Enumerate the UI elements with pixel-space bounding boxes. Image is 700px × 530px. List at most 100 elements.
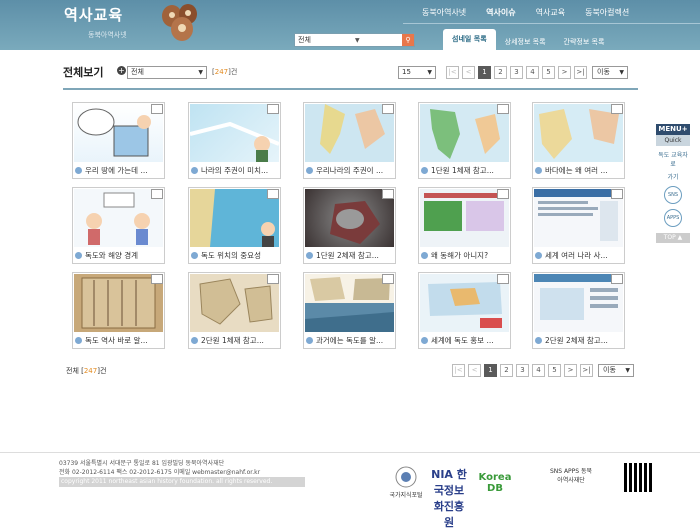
topnav-history-education[interactable]: 역사교육 — [526, 7, 575, 18]
thumbnail-image[interactable] — [305, 189, 394, 247]
tab-detail-list[interactable]: 상세정보 목록 — [496, 32, 555, 50]
partner-logo-nia[interactable]: NIA 한국정보화진흥원 — [430, 466, 468, 530]
partner-logo-sns-apps[interactable]: SNS APPS 동북아역사재단 — [548, 466, 594, 484]
thumbnail-card[interactable]: 바다에는 왜 여러 ... — [532, 102, 625, 179]
thumbnail-card[interactable]: 세계에 독도 홍보 ... — [418, 272, 511, 349]
total-value: 247 — [83, 367, 98, 375]
thumbnail-card[interactable]: 2단원 1체재 참고... — [188, 272, 281, 349]
first-page-button[interactable]: |< — [446, 66, 459, 79]
thumbnail-card[interactable]: 독도 위치의 중요성 — [188, 187, 281, 264]
page-jump-select[interactable]: 이동 ▼ — [592, 66, 628, 79]
page-button-4[interactable]: 4 — [532, 364, 545, 377]
count-value: 247 — [214, 68, 229, 76]
view-icon[interactable] — [497, 104, 509, 114]
thumbnail-image[interactable] — [420, 104, 509, 162]
view-icon[interactable] — [151, 189, 163, 199]
view-icon[interactable] — [267, 189, 279, 199]
thumbnail-card[interactable]: 독도 역사 바로 알... — [72, 272, 165, 349]
page-button-2[interactable]: 2 — [500, 364, 513, 377]
apps-icon[interactable]: APPS — [664, 209, 682, 227]
thumbnail-image[interactable] — [534, 274, 623, 332]
view-icon[interactable] — [151, 104, 163, 114]
thumbnail-image[interactable] — [534, 189, 623, 247]
add-icon[interactable]: + — [117, 66, 126, 75]
view-icon[interactable] — [151, 274, 163, 284]
item-label: 바다에는 왜 여러 ... — [535, 165, 623, 176]
search-box[interactable]: 전체 ▼ ⚲ — [294, 33, 415, 47]
page-jump-select[interactable]: 이동 ▼ — [598, 364, 634, 377]
address-line: 03739 서울특별시 서대문구 통일로 81 임광빌딩 동북아역사재단 — [59, 460, 225, 467]
view-icon[interactable] — [497, 189, 509, 199]
scroll-top-button[interactable]: TOP ▲ — [656, 233, 690, 243]
item-title: 1단원 2체재 참고... — [316, 251, 379, 260]
topnav-nahf[interactable]: 동북아역사넷 — [412, 7, 476, 18]
view-icon[interactable] — [611, 274, 623, 284]
tab-thumbnail-list[interactable]: 섬네일 목록 — [443, 29, 496, 50]
topnav-divider — [403, 23, 700, 24]
next-page-button[interactable]: > — [558, 66, 571, 79]
last-page-button[interactable]: >| — [574, 66, 587, 79]
thumbnail-image[interactable] — [189, 104, 280, 162]
per-page-select[interactable]: 15 ▼ — [398, 66, 436, 79]
thumbnail-card[interactable]: 2단원 2체재 참고... — [532, 272, 625, 349]
thumbnail-image[interactable] — [305, 274, 394, 332]
thumbnail-card[interactable]: 과거에는 독도를 알... — [303, 272, 396, 349]
page-button-3[interactable]: 3 — [510, 66, 523, 79]
thumbnail-image[interactable] — [74, 274, 163, 332]
page-button-1[interactable]: 1 — [484, 364, 497, 377]
thumbnail-card[interactable]: 우리 땅에 가는데 ... — [72, 102, 165, 179]
thumbnail-image[interactable] — [74, 104, 163, 162]
thumbnail-image[interactable] — [420, 189, 509, 247]
last-page-button[interactable]: >| — [580, 364, 593, 377]
tab-brief-list[interactable]: 간략정보 목록 — [555, 32, 614, 50]
thumbnail-card[interactable]: 왜 동해가 아니지? — [418, 187, 511, 264]
next-page-button[interactable]: > — [564, 364, 577, 377]
first-page-button[interactable]: |< — [452, 364, 465, 377]
view-icon[interactable] — [267, 274, 279, 284]
thumbnail-image[interactable] — [190, 274, 279, 332]
quick-link-dokdo-materials[interactable]: 독도 교육자료 — [656, 150, 690, 168]
thumbnail-image[interactable] — [420, 274, 509, 332]
thumbnail-card[interactable]: 나라의 주권이 미치... — [188, 102, 281, 179]
thumbnail-image[interactable] — [305, 104, 394, 162]
view-icon[interactable] — [611, 104, 623, 114]
bullet-icon — [191, 167, 198, 174]
view-icon[interactable] — [382, 274, 394, 284]
prev-page-button[interactable]: < — [462, 66, 475, 79]
slide-illustration — [534, 274, 623, 320]
thumbnail-card[interactable]: 1단원 1체재 참고... — [418, 102, 511, 179]
knowledge-portal-logo-icon — [395, 466, 417, 488]
thumbnail-image[interactable] — [190, 189, 279, 247]
sns-icon[interactable]: SNS — [664, 186, 682, 204]
quick-link-go[interactable]: 가기 — [656, 172, 690, 181]
thumbnail-card[interactable]: 1단원 2체재 참고... — [303, 187, 396, 264]
view-icon[interactable] — [497, 274, 509, 284]
thumbnail-card[interactable]: 세계 여러 나라 사... — [532, 187, 625, 264]
qr-code[interactable] — [624, 463, 653, 492]
view-icon[interactable] — [611, 189, 623, 199]
page-button-3[interactable]: 3 — [516, 364, 529, 377]
view-icon[interactable] — [382, 104, 394, 114]
topnav-collection[interactable]: 동북아컬렉션 — [575, 7, 639, 18]
partner-logo-knowledge-portal[interactable]: 국가지식포털 — [386, 466, 426, 499]
page-button-1[interactable]: 1 — [478, 66, 491, 79]
view-icon[interactable] — [382, 189, 394, 199]
site-logo[interactable]: 역사교육 — [64, 4, 123, 25]
view-icon[interactable] — [267, 104, 279, 114]
category-filter-select[interactable]: 전체 ▼ — [127, 66, 207, 79]
partner-logo-korea-db[interactable]: Korea DB — [472, 472, 518, 494]
topnav-history-issue[interactable]: 역사이슈 — [476, 7, 525, 18]
thumbnail-image[interactable] — [534, 104, 623, 162]
thumbnail-image[interactable] — [74, 189, 163, 247]
page-button-4[interactable]: 4 — [526, 66, 539, 79]
page-button-5[interactable]: 5 — [548, 364, 561, 377]
search-icon[interactable]: ⚲ — [402, 34, 414, 46]
search-scope-select[interactable]: 전체 — [298, 35, 311, 45]
page-button-2[interactable]: 2 — [494, 66, 507, 79]
thumbnail-card[interactable]: 우리나라의 주권이 ... — [303, 102, 396, 179]
prev-page-button[interactable]: < — [468, 364, 481, 377]
quick-menu-toggle[interactable]: MENU+ — [656, 124, 690, 135]
item-title: 2단원 2체재 참고... — [545, 336, 608, 345]
thumbnail-card[interactable]: 독도와 해양 경계 — [72, 187, 165, 264]
page-button-5[interactable]: 5 — [542, 66, 555, 79]
